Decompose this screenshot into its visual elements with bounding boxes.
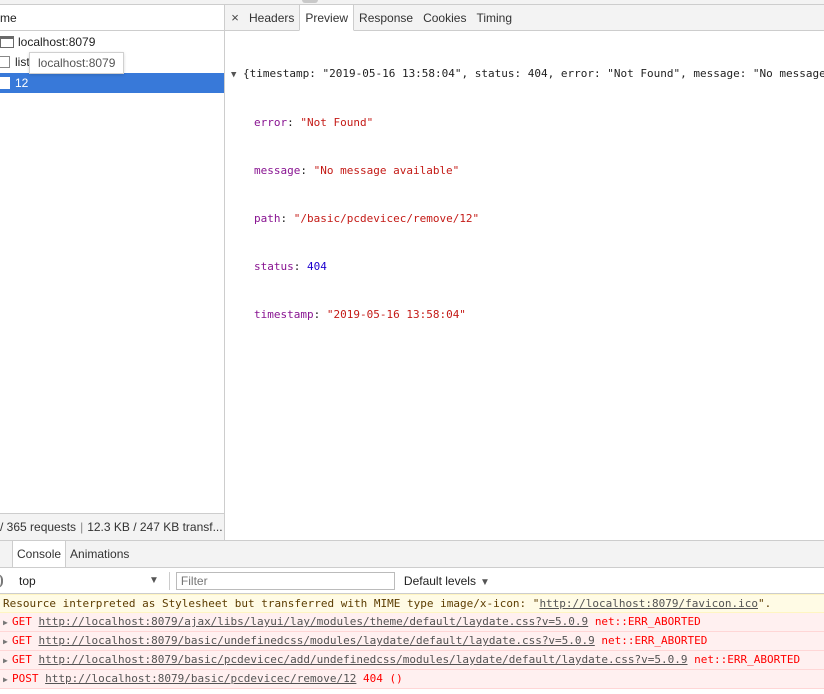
clear-console-icon[interactable] [0, 573, 3, 588]
error-method: GET [12, 615, 32, 628]
log-levels-dropdown[interactable]: Default levels ▼ [404, 574, 496, 588]
request-name: localhost:8079 [18, 35, 96, 49]
json-prop-timestamp: timestamp: "2019-05-16 13:58:04" [254, 308, 466, 321]
file-icon [0, 56, 10, 68]
console-error[interactable]: ▶ POST http://localhost:8079/basic/pcdevi… [0, 670, 824, 689]
drawer-tabs: Console Animations [0, 540, 824, 568]
console-warning: Resource interpreted as Stylesheet but t… [0, 594, 824, 613]
expand-arrow-icon[interactable]: ▶ [3, 652, 10, 669]
detail-tabs: × Headers Preview Response Cookies Timin… [225, 5, 824, 31]
request-detail-panel: × Headers Preview Response Cookies Timin… [225, 5, 824, 540]
file-icon [0, 77, 10, 89]
warning-text: Resource interpreted as Stylesheet but t… [3, 597, 540, 610]
error-method: GET [12, 634, 32, 647]
expand-triangle-icon[interactable]: ▼ [231, 67, 243, 83]
request-list-panel: me localhost:8079 list 12 / 365 requests… [0, 5, 225, 540]
json-prop-error: error: "Not Found" [254, 116, 374, 129]
console-error[interactable]: ▶ GET http://localhost:8079/ajax/libs/lay… [0, 613, 824, 632]
json-preview: ▼ {timestamp: "2019-05-16 13:58:04", stat… [225, 31, 824, 355]
expand-arrow-icon[interactable]: ▶ [3, 671, 10, 688]
url-tooltip: localhost:8079 [29, 52, 125, 74]
request-row-12[interactable]: 12 [0, 73, 224, 93]
name-column-header[interactable]: me [0, 5, 224, 31]
console-toolbar: top ▼ Default levels▼ [0, 568, 824, 594]
expand-arrow-icon[interactable]: ▶ [3, 633, 10, 650]
error-link[interactable]: http://localhost:8079/basic/pcdevicec/ad… [39, 653, 688, 666]
error-method: POST [12, 672, 39, 685]
error-status: net::ERR_ABORTED [694, 653, 801, 666]
console-error[interactable]: ▶ GET http://localhost:8079/basic/undefin… [0, 632, 824, 651]
close-icon[interactable]: × [226, 5, 244, 30]
error-link[interactable]: http://localhost:8079/ajax/libs/layui/la… [39, 615, 589, 628]
request-name: 12 [15, 76, 29, 90]
json-key: status [254, 260, 294, 273]
network-summary: / 365 requests | 12.3 KB / 247 KB transf..… [0, 513, 224, 540]
error-link[interactable]: http://localhost:8079/basic/undefinedcss… [39, 634, 595, 647]
json-key: path [254, 212, 281, 225]
tab-response[interactable]: Response [354, 5, 418, 30]
dropdown-arrow-icon[interactable]: ▼ [149, 575, 159, 586]
json-summary-row[interactable]: ▼ {timestamp: "2019-05-16 13:58:04", stat… [231, 66, 824, 83]
json-key: timestamp [254, 308, 314, 321]
console-error[interactable]: ▶ GET http://localhost:8079/basic/pcdevic… [0, 651, 824, 670]
tab-timing[interactable]: Timing [471, 5, 517, 30]
json-key: message [254, 164, 301, 177]
json-prop-status: status: 404 [254, 260, 327, 273]
json-value: "No message available" [313, 164, 460, 177]
tab-headers[interactable]: Headers [244, 5, 299, 30]
json-key: error [254, 116, 288, 129]
json-value: "2019-05-16 13:58:04" [326, 308, 466, 321]
log-levels-label: Default levels [403, 573, 476, 588]
json-value: 404 [307, 260, 327, 273]
json-value: "Not Found" [300, 116, 374, 129]
dropdown-arrow-icon: ▼ [479, 576, 490, 588]
resize-grip[interactable] [302, 0, 318, 3]
json-summary: {timestamp: "2019-05-16 13:58:04", statu… [243, 67, 824, 80]
tab-animations[interactable]: Animations [66, 541, 133, 567]
console-messages: Resource interpreted as Stylesheet but t… [0, 594, 824, 694]
document-icon [0, 36, 14, 48]
error-status: net::ERR_ABORTED [594, 615, 701, 628]
tab-preview[interactable]: Preview [299, 5, 355, 31]
expand-arrow-icon[interactable]: ▶ [3, 614, 10, 631]
tab-cookies[interactable]: Cookies [418, 5, 471, 30]
error-status: net::ERR_ABORTED [601, 634, 708, 647]
summary-separator: | [80, 520, 84, 534]
tab-console[interactable]: Console [12, 541, 67, 567]
json-prop-path: path: "/basic/pcdevicec/remove/12" [254, 212, 480, 225]
error-method: GET [12, 653, 32, 666]
request-count: / 365 requests [0, 520, 77, 534]
toolbar-divider [168, 571, 170, 590]
transfer-size: 12.3 KB / 247 KB transf... [87, 520, 223, 534]
warning-link[interactable]: http://localhost:8079/favicon.ico [539, 597, 758, 610]
warning-suffix: ". [757, 597, 772, 610]
context-selector[interactable]: top [19, 574, 149, 588]
error-status: 404 () [363, 672, 403, 685]
request-name: list [15, 55, 30, 69]
json-value: "/basic/pcdevicec/remove/12" [293, 212, 480, 225]
filter-input[interactable] [175, 571, 395, 590]
error-link[interactable]: http://localhost:8079/basic/pcdevicec/re… [45, 672, 356, 685]
json-prop-message: message: "No message available" [254, 164, 460, 177]
request-row-localhost[interactable]: localhost:8079 [0, 32, 224, 52]
